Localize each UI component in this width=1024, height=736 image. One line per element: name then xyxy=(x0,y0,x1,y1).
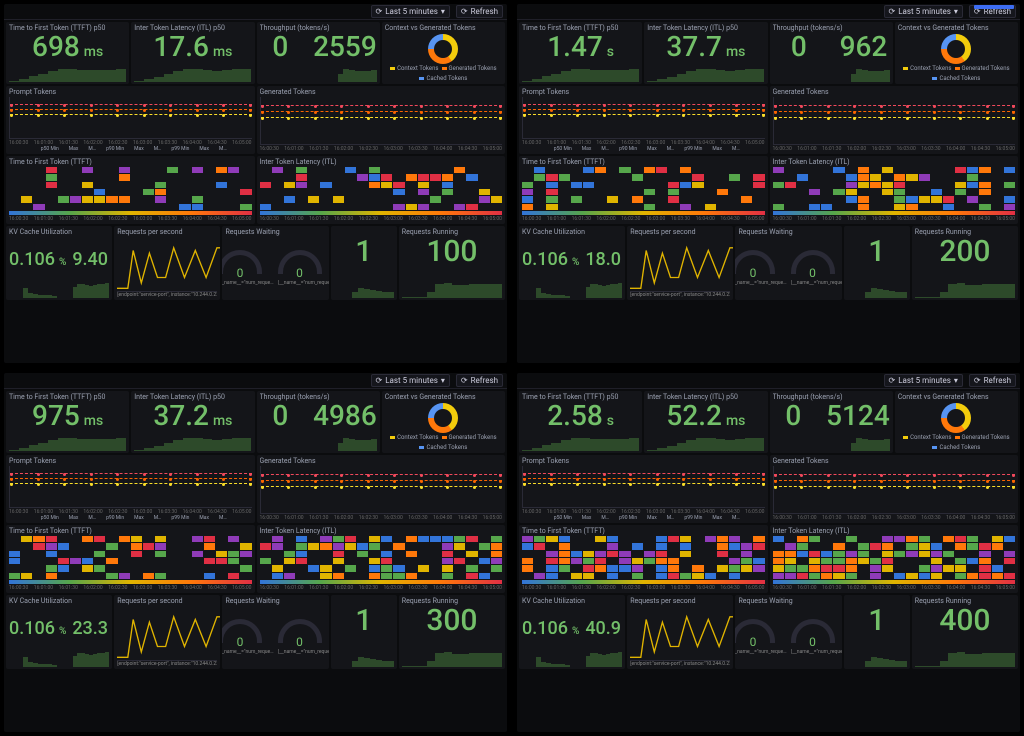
panel-rps[interactable]: Requests per second[endpoint:"service-po… xyxy=(114,226,220,300)
panel-ttft[interactable]: Time to First Token (TTFT) p50 2.58s xyxy=(519,391,642,453)
dashboard-topbar: ⟳ Last 5 minutes ▾ ⟳ Refresh xyxy=(4,4,507,20)
panel-context-donut[interactable]: Context vs Generated Tokens Context Toke… xyxy=(895,391,1018,453)
panel-itl-heatmap[interactable]: Inter Token Latency (ITL)16:00:3016:01:0… xyxy=(770,156,1019,224)
panel-kv-cache[interactable]: KV Cache Utilization 0.106% 40.9% xyxy=(519,595,625,669)
panel-generated-tokens[interactable]: Generated Tokens16:00:3016:01:0016:01:30… xyxy=(257,86,506,154)
panel-kv-cache[interactable]: KV Cache Utilization 0.106% 23.3% xyxy=(6,595,112,669)
panel-generated-tokens[interactable]: Generated Tokens16:00:3016:01:0016:01:30… xyxy=(257,455,506,523)
dashboard-topbar: ⟳ Last 5 minutes ▾ ⟳ Refresh xyxy=(4,373,507,389)
panel-rps[interactable]: Requests per second[endpoint:"service-po… xyxy=(627,595,733,669)
panel-requests-running[interactable]: Requests Running 100 xyxy=(399,226,505,300)
panel-ttft[interactable]: Time to First Token (TTFT) p50 698ms xyxy=(6,22,129,84)
panel-prompt-tokens[interactable]: Prompt Tokens16:00:3016:01:0016:01:3016:… xyxy=(6,455,255,523)
dashboard-topbar: ⟳ Last 5 minutes ▾ ⟳ Refresh xyxy=(517,4,1020,20)
panel-requests-waiting[interactable]: Requests Waiting 0{__name__="num_reque… … xyxy=(735,226,841,300)
panel-itl-heatmap[interactable]: Inter Token Latency (ITL)16:00:3016:01:0… xyxy=(770,525,1019,593)
panel-prompt-tokens[interactable]: Prompt Tokens16:00:3016:01:0016:01:3016:… xyxy=(519,86,768,154)
dashboard-q1: ⟳ Last 5 minutes ▾ ⟳ Refresh Time to Firs… xyxy=(4,4,507,363)
panel-context-donut[interactable]: Context vs Generated Tokens Context Toke… xyxy=(382,391,505,453)
dashboard-q3: ⟳ Last 5 minutes ▾ ⟳ Refresh Time to Firs… xyxy=(4,373,507,732)
panel-context-donut[interactable]: Context vs Generated Tokens Context Toke… xyxy=(382,22,505,84)
panel-ttft[interactable]: Time to First Token (TTFT) p50 975ms xyxy=(6,391,129,453)
panel-waiting-stat[interactable]: 1 xyxy=(844,595,910,669)
panel-requests-waiting[interactable]: Requests Waiting 0{__name__="num_reque… … xyxy=(222,226,328,300)
panel-requests-waiting[interactable]: Requests Waiting 0{__name__="num_reque… … xyxy=(735,595,841,669)
panel-itl[interactable]: Inter Token Latency (ITL) p50 17.6ms xyxy=(131,22,254,84)
panel-ttft-heatmap[interactable]: Time to First Token (TTFT)16:00:3016:01:… xyxy=(519,525,768,593)
panel-generated-tokens[interactable]: Generated Tokens16:00:3016:01:0016:01:30… xyxy=(770,86,1019,154)
panel-itl[interactable]: Inter Token Latency (ITL) p50 52.2ms xyxy=(644,391,767,453)
panel-throughput[interactable]: Throughput (tokens/s) 0 5124 xyxy=(770,391,893,453)
panel-itl-heatmap[interactable]: Inter Token Latency (ITL)16:00:3016:01:0… xyxy=(257,156,506,224)
panel-waiting-stat[interactable]: 1 xyxy=(844,226,910,300)
dashboard-q4: ⟳ Last 5 minutes ▾ ⟳ Refresh Time to Firs… xyxy=(517,373,1020,732)
panel-ttft-heatmap[interactable]: Time to First Token (TTFT)16:00:3016:01:… xyxy=(519,156,768,224)
panel-rps[interactable]: Requests per second[endpoint:"service-po… xyxy=(627,226,733,300)
panel-waiting-stat[interactable]: 1 xyxy=(331,595,397,669)
panel-requests-running[interactable]: Requests Running 400 xyxy=(912,595,1018,669)
panel-context-donut[interactable]: Context vs Generated Tokens Context Toke… xyxy=(895,22,1018,84)
panel-kv-cache[interactable]: KV Cache Utilization 0.106% 9.40% xyxy=(6,226,112,300)
panel-itl[interactable]: Inter Token Latency (ITL) p50 37.2ms xyxy=(131,391,254,453)
panel-rps[interactable]: Requests per second[endpoint:"service-po… xyxy=(114,595,220,669)
panel-itl[interactable]: Inter Token Latency (ITL) p50 37.7ms xyxy=(644,22,767,84)
dashboard-topbar: ⟳ Last 5 minutes ▾ ⟳ Refresh xyxy=(517,373,1020,389)
dashboard-q2: ⟳ Last 5 minutes ▾ ⟳ Refresh Time to Firs… xyxy=(517,4,1020,363)
panel-requests-waiting[interactable]: Requests Waiting 0{__name__="num_reque… … xyxy=(222,595,328,669)
time-range-picker[interactable]: ⟳ Last 5 minutes ▾ xyxy=(884,374,963,387)
time-range-picker[interactable]: ⟳ Last 5 minutes ▾ xyxy=(371,5,450,18)
refresh-button[interactable]: ⟳ Refresh xyxy=(969,374,1016,387)
panel-requests-running[interactable]: Requests Running 300 xyxy=(399,595,505,669)
panel-prompt-tokens[interactable]: Prompt Tokens16:00:3016:01:0016:01:3016:… xyxy=(519,455,768,523)
panel-waiting-stat[interactable]: 1 xyxy=(331,226,397,300)
panel-throughput[interactable]: Throughput (tokens/s) 0 962 xyxy=(770,22,893,84)
time-range-picker[interactable]: ⟳ Last 5 minutes ▾ xyxy=(884,5,963,18)
panel-kv-cache[interactable]: KV Cache Utilization 0.106% 18.0% xyxy=(519,226,625,300)
time-range-picker[interactable]: ⟳ Last 5 minutes ▾ xyxy=(371,374,450,387)
refresh-button[interactable]: ⟳ Refresh xyxy=(456,374,503,387)
panel-throughput[interactable]: Throughput (tokens/s) 0 2559 xyxy=(257,22,380,84)
panel-prompt-tokens[interactable]: Prompt Tokens16:00:3016:01:0016:01:3016:… xyxy=(6,86,255,154)
panel-generated-tokens[interactable]: Generated Tokens16:00:3016:01:0016:01:30… xyxy=(770,455,1019,523)
panel-itl-heatmap[interactable]: Inter Token Latency (ITL)16:00:3016:01:0… xyxy=(257,525,506,593)
panel-ttft-heatmap[interactable]: Time to First Token (TTFT)16:00:3016:01:… xyxy=(6,156,255,224)
panel-requests-running[interactable]: Requests Running 200 xyxy=(912,226,1018,300)
panel-ttft[interactable]: Time to First Token (TTFT) p50 1.47s xyxy=(519,22,642,84)
refresh-button[interactable]: ⟳ Refresh xyxy=(456,5,503,18)
panel-ttft-heatmap[interactable]: Time to First Token (TTFT)16:00:3016:01:… xyxy=(6,525,255,593)
panel-throughput[interactable]: Throughput (tokens/s) 0 4986 xyxy=(257,391,380,453)
